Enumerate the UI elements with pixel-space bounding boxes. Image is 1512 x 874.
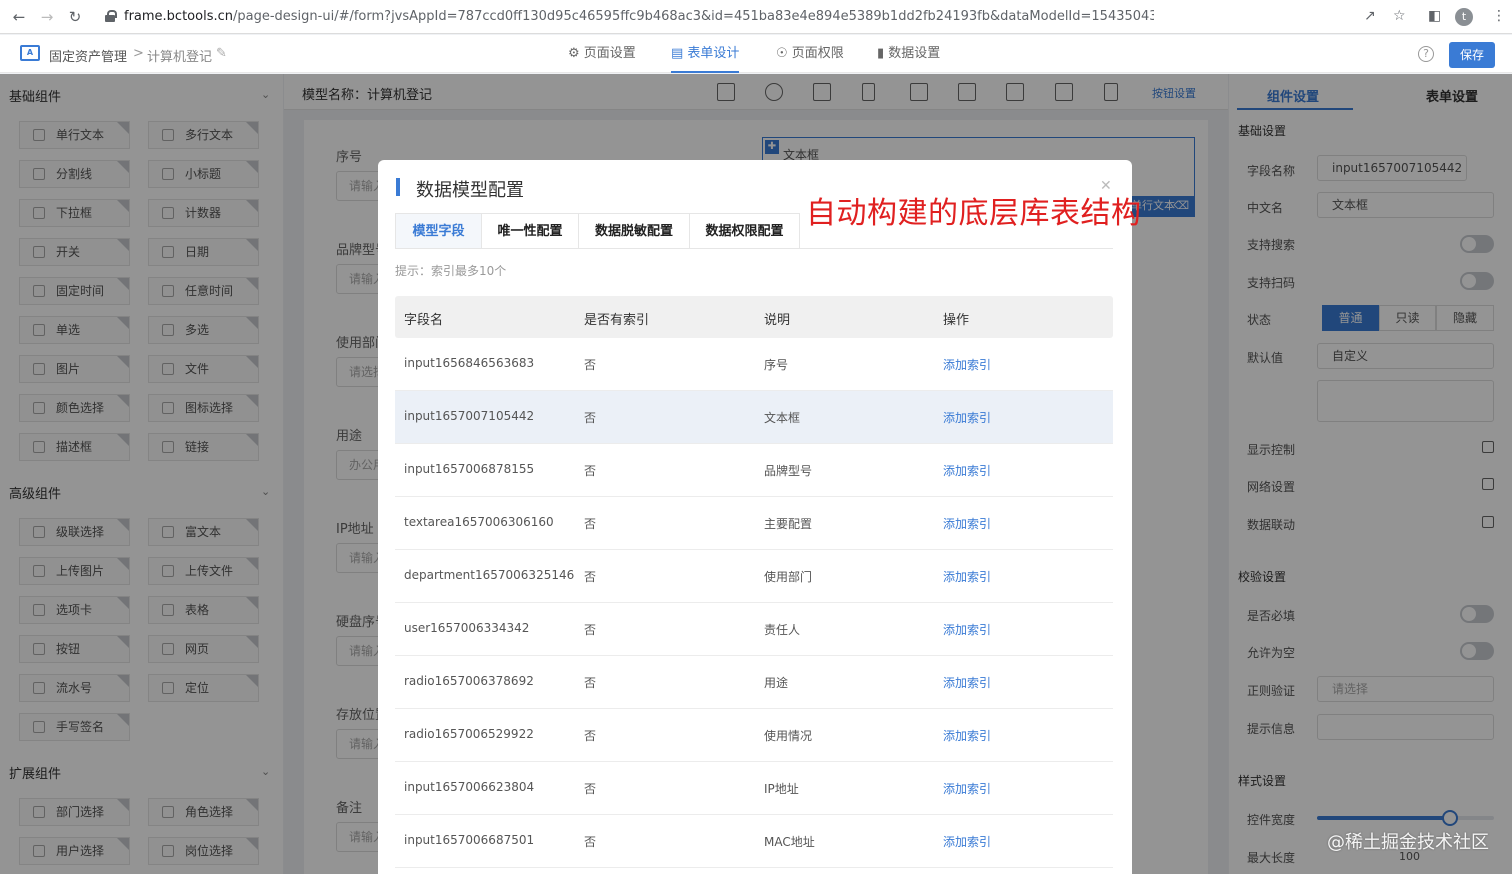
table-row: radio1657006529922 否 使用情况 添加索引: [395, 709, 1113, 762]
nav-page-permission[interactable]: ☉ 页面权限: [776, 35, 844, 73]
col-description: 说明: [764, 313, 791, 328]
site-watermark: @稀土掘金技术社区: [1327, 832, 1489, 853]
table-row: textarea1657006306160 否 主要配置 添加索引: [395, 497, 1113, 550]
field-name-cell: input1657006878155: [404, 462, 535, 476]
table-header: 字段名 是否有索引 说明 操作: [395, 296, 1113, 338]
menu-dots-icon[interactable]: ⋮: [1492, 8, 1506, 24]
help-icon[interactable]: ?: [1418, 46, 1434, 62]
back-icon[interactable]: ←: [10, 8, 28, 26]
has-index-cell: 否: [584, 835, 597, 849]
add-index-link[interactable]: 添加索引: [943, 780, 991, 797]
has-index-cell: 否: [584, 464, 597, 478]
field-name-cell: input1657007105442: [404, 409, 535, 423]
index-hint: 提示：索引最多10个: [395, 264, 507, 278]
sidebar-icon[interactable]: ◧: [1428, 8, 1441, 24]
field-name-cell: input1657006623804: [404, 780, 535, 794]
nav-data-settings[interactable]: ▮ 数据设置: [877, 35, 940, 73]
url-host: frame.bctools.cn: [124, 9, 233, 24]
forward-icon[interactable]: →: [38, 8, 56, 26]
table-row: input1657006687501 否 MAC地址 添加索引: [395, 815, 1113, 868]
lock-icon[interactable]: [105, 10, 117, 22]
table-row: department1657006325146 否 使用部门 添加索引: [395, 550, 1113, 603]
reload-icon[interactable]: ↻: [66, 8, 84, 26]
share-icon[interactable]: ↗: [1364, 8, 1376, 24]
add-index-link[interactable]: 添加索引: [943, 409, 991, 426]
add-index-link[interactable]: 添加索引: [943, 568, 991, 585]
description-cell: 主要配置: [764, 517, 813, 531]
app-logo-icon: A: [20, 45, 40, 61]
description-cell: MAC地址: [764, 835, 815, 849]
add-index-link[interactable]: 添加索引: [943, 727, 991, 744]
add-index-link[interactable]: 添加索引: [943, 833, 991, 850]
description-cell: 文本框: [764, 411, 801, 425]
col-action: 操作: [943, 313, 970, 328]
add-index-link[interactable]: 添加索引: [943, 674, 991, 691]
col-has-index: 是否有索引: [584, 313, 650, 328]
has-index-cell: 否: [584, 570, 597, 584]
tab-divider: [395, 248, 1113, 249]
table-row: input1656846563683 否 序号 添加索引: [395, 338, 1113, 391]
app-header: A 固定资产管理 > 计算机登记 ✎ ⚙ 页面设置 ▤ 表单设计 ☉ 页面权限 …: [0, 35, 1512, 73]
tab-unique-config[interactable]: 唯一性配置: [481, 213, 579, 249]
has-index-cell: 否: [584, 729, 597, 743]
field-name-cell: radio1657006378692: [404, 674, 534, 688]
field-name-cell: textarea1657006306160: [404, 515, 554, 529]
has-index-cell: 否: [584, 676, 597, 690]
nav-page-settings[interactable]: ⚙ 页面设置: [568, 35, 636, 73]
table-row: input1657007105442 否 文本框 添加索引: [395, 391, 1113, 444]
nav-form-design[interactable]: ▤ 表单设计: [671, 35, 740, 73]
permission-icon: ☉: [776, 46, 792, 61]
description-cell: 使用情况: [764, 729, 813, 743]
has-index-cell: 否: [584, 517, 597, 531]
tab-model-fields[interactable]: 模型字段: [395, 213, 482, 249]
add-index-link[interactable]: 添加索引: [943, 462, 991, 479]
annotation-text: 自动构建的底层库表结构: [806, 196, 1142, 231]
tab-masking-config[interactable]: 数据脱敏配置: [578, 213, 690, 249]
field-name-cell: department1657006325146: [404, 568, 575, 582]
field-name-cell: user1657006334342: [404, 621, 530, 635]
gear-icon: ⚙: [568, 46, 584, 61]
breadcrumb-app[interactable]: 固定资产管理: [49, 46, 127, 65]
description-cell: 责任人: [764, 623, 801, 637]
title-accent: [396, 178, 400, 196]
breadcrumb-page: 计算机登记: [147, 50, 213, 65]
edit-pencil-icon[interactable]: ✎: [216, 46, 227, 61]
table-row: input1657006878155 否 品牌型号 添加索引: [395, 444, 1113, 497]
description-cell: 序号: [764, 358, 789, 372]
description-cell: 用途: [764, 676, 789, 690]
field-name-cell: input1657006687501: [404, 833, 535, 847]
field-name-cell: radio1657006529922: [404, 727, 534, 741]
address-bar[interactable]: frame.bctools.cn/page-design-ui/#/form?j…: [124, 9, 1154, 24]
has-index-cell: 否: [584, 623, 597, 637]
profile-avatar[interactable]: t: [1455, 8, 1473, 26]
has-index-cell: 否: [584, 358, 597, 372]
tab-permission-config[interactable]: 数据权限配置: [689, 213, 800, 249]
description-cell: IP地址: [764, 782, 799, 796]
bar-chart-icon: ▮: [877, 46, 889, 61]
add-index-link[interactable]: 添加索引: [943, 356, 991, 373]
table-row: user1657006334342 否 责任人 添加索引: [395, 603, 1113, 656]
browser-bar: ← → ↻ frame.bctools.cn/page-design-ui/#/…: [0, 0, 1512, 34]
star-icon[interactable]: ☆: [1393, 8, 1406, 24]
data-model-dialog: 数据模型配置 ✕ 模型字段 唯一性配置 数据脱敏配置 数据权限配置 提示：索引最…: [378, 160, 1132, 874]
breadcrumb-separator: >: [133, 46, 144, 61]
description-cell: 使用部门: [764, 570, 813, 584]
table-row: radio1657006378692 否 用途 添加索引: [395, 656, 1113, 709]
save-button[interactable]: 保存: [1449, 42, 1495, 68]
form-icon: ▤: [671, 46, 688, 61]
table-row: input1657006623804 否 IP地址 添加索引: [395, 762, 1113, 815]
has-index-cell: 否: [584, 782, 597, 796]
has-index-cell: 否: [584, 411, 597, 425]
url-path: /page-design-ui/#/form?jvsAppId=787ccd0f…: [233, 9, 1154, 24]
col-field-name: 字段名: [404, 313, 444, 328]
dialog-title: 数据模型配置: [416, 180, 524, 201]
add-index-link[interactable]: 添加索引: [943, 515, 991, 532]
add-index-link[interactable]: 添加索引: [943, 621, 991, 638]
description-cell: 品牌型号: [764, 464, 813, 478]
field-name-cell: input1656846563683: [404, 356, 535, 370]
